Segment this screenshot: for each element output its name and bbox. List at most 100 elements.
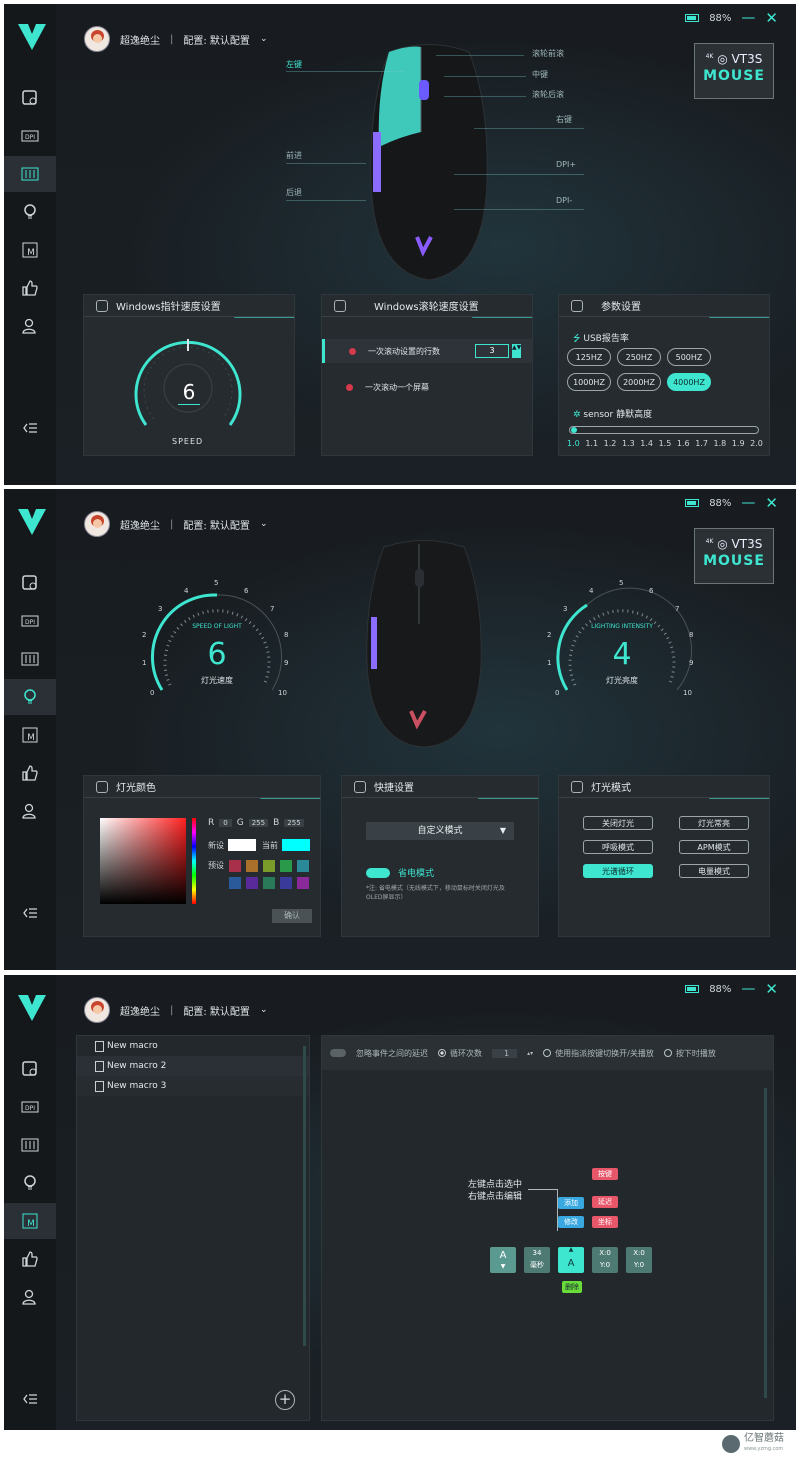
- sidebar-item-macro[interactable]: M: [4, 717, 56, 753]
- mode-select[interactable]: 自定义模式 ▼: [366, 822, 514, 840]
- rate-125[interactable]: 125HZ: [567, 348, 611, 366]
- config-label[interactable]: 配置: 默认配置: [183, 517, 250, 532]
- stepper-icon[interactable]: ▴▾: [527, 1050, 533, 1057]
- preset-swatch[interactable]: [297, 877, 309, 889]
- hue-slider[interactable]: [192, 818, 196, 904]
- coord-event[interactable]: X:0 Y:0: [592, 1247, 618, 1273]
- menu-key[interactable]: 按键: [592, 1168, 618, 1180]
- mode-spectrum[interactable]: 光谱循环: [583, 864, 653, 878]
- scroll-lines-input[interactable]: 3: [475, 344, 509, 358]
- confirm-button[interactable]: 确认: [272, 909, 312, 923]
- key-event-a[interactable]: A ▼: [490, 1247, 516, 1273]
- config-label[interactable]: 配置: 默认配置: [183, 32, 250, 47]
- editor-scrollbar[interactable]: [764, 1088, 767, 1398]
- scroll-lines-row[interactable]: 一次滚动设置的行数 3 ▲▼: [322, 339, 532, 363]
- macro-list-item[interactable]: New macro: [77, 1036, 309, 1056]
- sidebar-item-user[interactable]: [4, 308, 56, 344]
- chevron-down-icon[interactable]: ⌄: [260, 34, 268, 44]
- sidebar-item-keys[interactable]: [4, 156, 56, 192]
- config-label[interactable]: 配置: 默认配置: [183, 1003, 250, 1018]
- sidebar-item-performance[interactable]: [4, 565, 56, 601]
- preset-swatch[interactable]: [229, 877, 241, 889]
- sidebar-item-dpi[interactable]: DPI: [4, 603, 56, 639]
- preset-swatch[interactable]: [263, 860, 275, 872]
- sidebar-collapse[interactable]: [4, 895, 56, 931]
- loop-count-input[interactable]: 1: [492, 1048, 518, 1058]
- list-scrollbar[interactable]: [303, 1046, 306, 1346]
- preset-swatch[interactable]: [280, 877, 292, 889]
- chevron-down-icon[interactable]: ⌄: [260, 1005, 268, 1015]
- tick: 2: [547, 631, 552, 639]
- sidebar-item-like[interactable]: [4, 1241, 56, 1277]
- rate-4000[interactable]: 4000HZ: [667, 373, 711, 391]
- delay-event[interactable]: 34 毫秒: [524, 1247, 550, 1273]
- macro-list-item[interactable]: New macro 3: [77, 1076, 309, 1096]
- menu-delay[interactable]: 延迟: [592, 1196, 618, 1208]
- sidebar-item-like[interactable]: [4, 270, 56, 306]
- sidebar-item-user[interactable]: [4, 1279, 56, 1315]
- sensor-slider[interactable]: [569, 426, 759, 434]
- close-button[interactable]: ✕: [765, 496, 778, 511]
- preset-swatch[interactable]: [263, 877, 275, 889]
- sidebar-item-performance[interactable]: [4, 1051, 56, 1087]
- rate-250[interactable]: 250HZ: [617, 348, 661, 366]
- loop-radio[interactable]: [438, 1049, 446, 1057]
- preset-swatch[interactable]: [229, 860, 241, 872]
- avatar[interactable]: [84, 511, 110, 537]
- sidebar-item-like[interactable]: [4, 755, 56, 791]
- minimize-button[interactable]: —: [741, 495, 755, 511]
- chevron-down-icon[interactable]: ⌄: [260, 519, 268, 529]
- r-input[interactable]: 0: [219, 819, 232, 827]
- ignore-delay-toggle[interactable]: [330, 1049, 346, 1057]
- minimize-button[interactable]: —: [741, 10, 755, 26]
- menu-coord[interactable]: 坐标: [592, 1216, 618, 1228]
- power-save-toggle[interactable]: [366, 868, 390, 878]
- coord-event[interactable]: X:0 Y:0: [626, 1247, 652, 1273]
- menu-add[interactable]: 添加: [558, 1197, 584, 1209]
- key-event-a-up[interactable]: ▲ A: [558, 1247, 584, 1273]
- tick: 8: [689, 631, 694, 639]
- preset-swatch[interactable]: [246, 877, 258, 889]
- sidebar-item-macro[interactable]: M: [4, 232, 56, 268]
- sidebar-item-lighting[interactable]: [4, 1165, 56, 1201]
- macro-list-item[interactable]: New macro 2: [77, 1056, 309, 1076]
- preset-swatch[interactable]: [297, 860, 309, 872]
- sidebar-item-dpi[interactable]: DPI: [4, 1089, 56, 1125]
- delete-button[interactable]: 删除: [562, 1281, 582, 1293]
- toggle-radio[interactable]: [543, 1049, 552, 1057]
- rate-2000[interactable]: 2000HZ: [617, 373, 661, 391]
- mode-steady[interactable]: 灯光常亮: [679, 816, 749, 830]
- slider-handle[interactable]: [571, 427, 577, 433]
- sidebar-item-keys[interactable]: [4, 641, 56, 677]
- sidebar-item-lighting[interactable]: [4, 679, 56, 715]
- avatar[interactable]: [84, 997, 110, 1023]
- sidebar-item-performance[interactable]: [4, 80, 56, 116]
- mode-battery[interactable]: 电量模式: [679, 864, 749, 878]
- scroll-screen-row[interactable]: 一次滚动一个屏幕: [322, 375, 532, 399]
- color-picker[interactable]: [100, 818, 186, 904]
- preset-swatch[interactable]: [280, 860, 292, 872]
- rate-1000[interactable]: 1000HZ: [567, 373, 611, 391]
- menu-modify[interactable]: 修改: [558, 1216, 584, 1228]
- g-input[interactable]: 255: [248, 819, 269, 827]
- close-button[interactable]: ✕: [765, 11, 778, 26]
- close-button[interactable]: ✕: [765, 982, 778, 997]
- sidebar-collapse[interactable]: [4, 1381, 56, 1417]
- mode-breath[interactable]: 呼吸模式: [583, 840, 653, 854]
- minimize-button[interactable]: —: [741, 981, 755, 997]
- stepper-icon[interactable]: ▲▼: [512, 344, 521, 358]
- b-input[interactable]: 255: [284, 819, 304, 827]
- mode-apm[interactable]: APM模式: [679, 840, 749, 854]
- mode-off[interactable]: 关闭灯光: [583, 816, 653, 830]
- avatar[interactable]: [84, 26, 110, 52]
- sidebar-item-user[interactable]: [4, 793, 56, 829]
- preset-swatch[interactable]: [246, 860, 258, 872]
- sidebar-collapse[interactable]: [4, 410, 56, 446]
- hold-radio[interactable]: [663, 1049, 672, 1057]
- add-macro-icon[interactable]: +: [275, 1390, 295, 1410]
- sidebar-item-lighting[interactable]: [4, 194, 56, 230]
- rate-500[interactable]: 500HZ: [667, 348, 711, 366]
- sidebar-item-dpi[interactable]: DPI: [4, 118, 56, 154]
- sidebar-item-macro[interactable]: M: [4, 1203, 56, 1239]
- sidebar-item-keys[interactable]: [4, 1127, 56, 1163]
